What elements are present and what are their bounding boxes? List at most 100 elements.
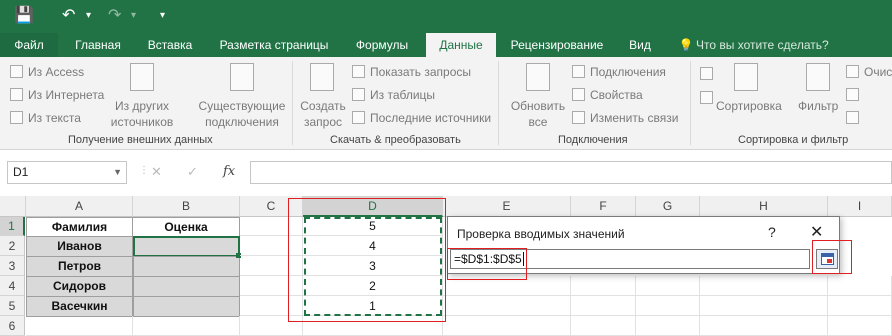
- fx-icon[interactable]: fx: [223, 164, 235, 179]
- from-text-button[interactable]: Из текста: [28, 111, 81, 125]
- cell-e6[interactable]: [443, 316, 571, 336]
- tab-view[interactable]: Вид: [620, 33, 660, 57]
- col-header-h[interactable]: H: [700, 196, 828, 217]
- cell-b3[interactable]: [133, 256, 240, 277]
- cell-b1[interactable]: Оценка: [133, 217, 240, 237]
- tab-page-layout[interactable]: Разметка страницы: [210, 33, 338, 57]
- cell-b5[interactable]: [133, 296, 240, 317]
- properties-icon: [572, 88, 585, 101]
- cell-a4[interactable]: Сидоров: [26, 276, 133, 297]
- col-header-f[interactable]: F: [571, 196, 636, 217]
- name-box[interactable]: D1 ▼: [7, 161, 127, 184]
- confirm-icon[interactable]: ✓: [187, 164, 198, 180]
- redo-icon[interactable]: ↷: [108, 6, 121, 26]
- reapply-icon[interactable]: [846, 88, 859, 101]
- refresh-all-label-2: все: [528, 115, 548, 129]
- connections-icon: [572, 65, 585, 78]
- row-header-5[interactable]: 5: [0, 296, 25, 316]
- connections-button[interactable]: Подключения: [590, 65, 666, 79]
- cell-a6[interactable]: [26, 316, 133, 336]
- formula-input[interactable]: [250, 161, 892, 184]
- web-icon: [10, 88, 23, 101]
- tab-file[interactable]: Файл: [0, 33, 58, 57]
- cell-h5[interactable]: [700, 296, 828, 316]
- clear-filter-icon: [846, 65, 859, 78]
- show-queries-button[interactable]: Показать запросы: [370, 65, 471, 79]
- refresh-all-icon: [526, 63, 550, 91]
- cell-g5[interactable]: [636, 296, 700, 316]
- save-icon[interactable]: 💾: [14, 6, 34, 26]
- col-header-b[interactable]: B: [133, 196, 240, 217]
- properties-button[interactable]: Свойства: [590, 88, 643, 102]
- access-icon: [10, 65, 23, 78]
- clear-filter-button[interactable]: Очис: [864, 65, 892, 79]
- cell-h6[interactable]: [700, 316, 828, 336]
- col-header-e[interactable]: E: [443, 196, 571, 217]
- cell-h4[interactable]: [700, 276, 828, 296]
- close-icon[interactable]: ✕: [810, 222, 823, 242]
- cancel-icon[interactable]: ✕: [151, 164, 162, 180]
- undo-icon[interactable]: ↶: [62, 6, 75, 26]
- cell-b4[interactable]: [133, 276, 240, 297]
- help-icon[interactable]: ?: [768, 224, 776, 240]
- cell-g4[interactable]: [636, 276, 700, 296]
- tab-data[interactable]: Данные: [426, 33, 496, 57]
- tell-me-input[interactable]: Что вы хотите сделать?: [696, 33, 836, 57]
- cell-f4[interactable]: [571, 276, 636, 296]
- cell-a1[interactable]: Фамилия: [26, 217, 133, 237]
- sort-button[interactable]: Сортировка: [716, 99, 782, 113]
- recent-sources-button[interactable]: Последние источники: [370, 111, 491, 125]
- refresh-all-label-1: Обновить: [510, 99, 566, 113]
- group-label-sort-filter: Сортировка и фильтр: [738, 134, 849, 146]
- group-label-connections: Подключения: [558, 134, 628, 146]
- from-access-button[interactable]: Из Access: [28, 65, 84, 79]
- customize-toolbar-icon[interactable]: ▾: [160, 6, 165, 26]
- row-header-3[interactable]: 3: [0, 256, 25, 276]
- tab-review[interactable]: Рецензирование: [504, 33, 610, 57]
- cell-i5[interactable]: [828, 296, 892, 316]
- cell-a5[interactable]: Васечкин: [26, 296, 133, 317]
- cell-g6[interactable]: [636, 316, 700, 336]
- sort-desc-icon[interactable]: [700, 91, 713, 104]
- cell-b6[interactable]: [133, 316, 240, 336]
- advanced-filter-icon[interactable]: [846, 111, 859, 124]
- drag-handle-icon[interactable]: ⋮: [139, 165, 149, 176]
- tab-home[interactable]: Главная: [66, 33, 130, 57]
- row-header-6[interactable]: 6: [0, 316, 25, 336]
- cell-i4[interactable]: [828, 276, 892, 296]
- edit-links-button[interactable]: Изменить связи: [590, 111, 678, 125]
- from-table-button[interactable]: Из таблицы: [370, 88, 435, 102]
- edit-links-icon: [572, 111, 585, 124]
- sort-asc-icon[interactable]: [700, 67, 713, 80]
- cell-f5[interactable]: [571, 296, 636, 316]
- cell-a3[interactable]: Петров: [26, 256, 133, 277]
- cell-e5[interactable]: [443, 296, 571, 316]
- row-header-4[interactable]: 4: [0, 276, 25, 296]
- filter-button[interactable]: Фильтр: [798, 99, 838, 113]
- cell-b2-selected[interactable]: [133, 236, 240, 257]
- undo-dropdown-icon[interactable]: ▾: [86, 6, 91, 26]
- cell-a2[interactable]: Иванов: [26, 236, 133, 257]
- filter-icon: [806, 63, 830, 91]
- ribbon: Из Access Из Интернета Из текста Из друг…: [0, 57, 892, 150]
- row-header-1[interactable]: 1: [0, 217, 25, 236]
- row-header-2[interactable]: 2: [0, 236, 25, 256]
- from-web-button[interactable]: Из Интернета: [28, 88, 104, 102]
- col-header-g[interactable]: G: [636, 196, 700, 217]
- select-all-corner[interactable]: [0, 196, 26, 217]
- annotation-highlight-button: [812, 240, 852, 274]
- from-table-icon: [352, 88, 365, 101]
- chevron-down-icon[interactable]: ▼: [113, 162, 122, 183]
- annotation-highlight-range: [288, 198, 446, 322]
- cell-i6[interactable]: [828, 316, 892, 336]
- col-header-a[interactable]: A: [26, 196, 133, 217]
- cell-f6[interactable]: [571, 316, 636, 336]
- group-separator: [690, 61, 691, 145]
- tab-formulas[interactable]: Формулы: [346, 33, 418, 57]
- col-header-i[interactable]: I: [828, 196, 892, 217]
- group-separator: [292, 61, 293, 145]
- redo-dropdown-icon[interactable]: ▾: [131, 6, 136, 26]
- tab-insert[interactable]: Вставка: [138, 33, 202, 57]
- existing-connections-label-1: Существующие: [198, 99, 286, 113]
- other-sources-label-1: Из других: [114, 99, 170, 113]
